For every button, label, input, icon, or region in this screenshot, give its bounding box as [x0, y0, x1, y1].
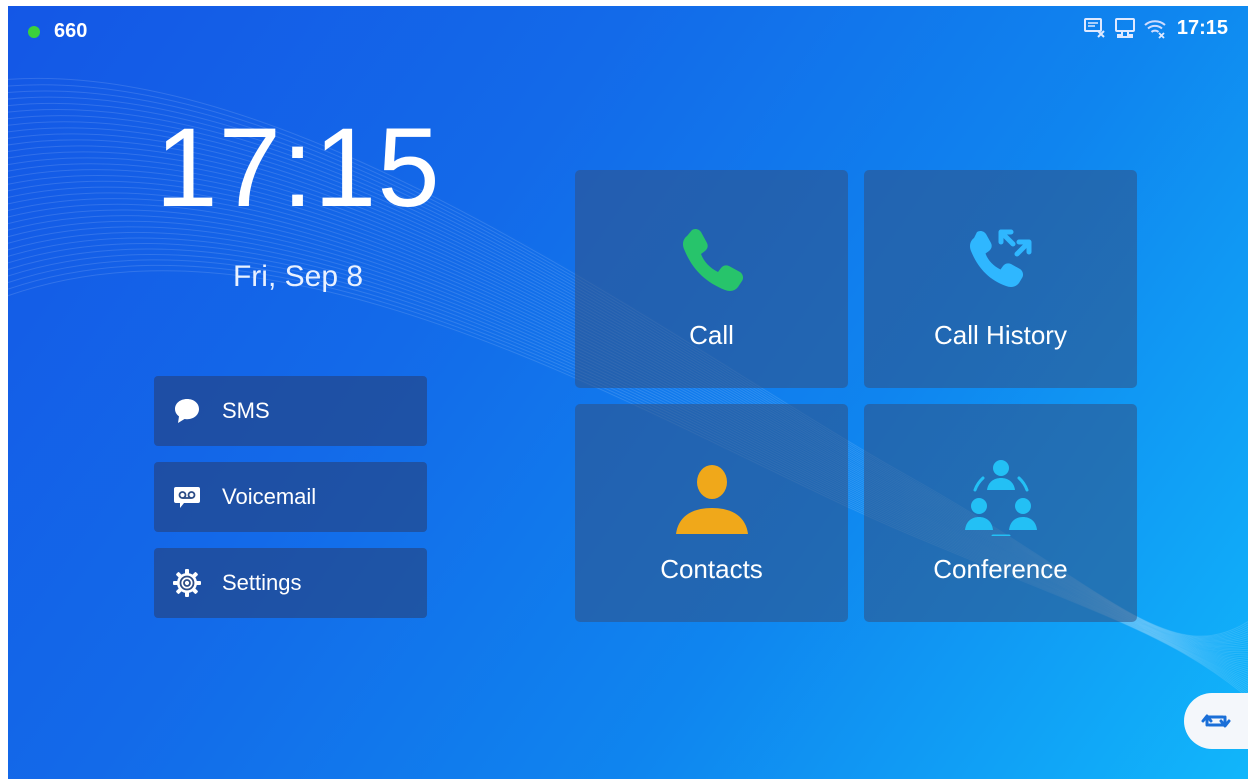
swap-icon: [1201, 714, 1231, 728]
status-icons: 17:15: [1083, 16, 1228, 40]
home-screen: 660 17:15 17:15 Fri, Sep 8 SMS Voicemail…: [8, 6, 1248, 779]
contacts-tile[interactable]: Contacts: [575, 404, 848, 622]
call-history-tile[interactable]: Call History: [864, 170, 1137, 388]
switch-screen-button[interactable]: [1184, 693, 1248, 749]
sms-label: SMS: [222, 398, 270, 423]
conference-icon: [964, 460, 1037, 536]
voicemail-icon: [174, 487, 200, 508]
account-number: 660: [54, 20, 88, 42]
ethernet-icon: [1114, 18, 1135, 38]
clock-time: 17:15: [155, 105, 441, 230]
status-time: 17:15: [1176, 16, 1228, 39]
settings-label: Settings: [222, 570, 302, 595]
contact-person-icon: [675, 465, 748, 534]
sms-bubble-icon: [175, 399, 199, 423]
call-history-icon: [969, 229, 1031, 287]
call-tile[interactable]: Call: [575, 170, 848, 388]
voicemail-label: Voicemail: [222, 484, 317, 509]
call-history-label: Call History: [934, 320, 1067, 350]
settings-button[interactable]: Settings: [154, 548, 427, 618]
conference-label: Conference: [933, 554, 1068, 584]
network-disconnected-icon: [1083, 18, 1105, 38]
contacts-label: Contacts: [660, 554, 763, 584]
call-label: Call: [689, 320, 734, 350]
online-indicator-icon: [28, 25, 40, 38]
phone-icon: [682, 228, 743, 291]
gear-icon: [173, 569, 201, 597]
account-status[interactable]: 660: [28, 20, 87, 43]
voicemail-button[interactable]: Voicemail: [154, 462, 427, 532]
sms-button[interactable]: SMS: [154, 376, 427, 446]
clock-date: Fri, Sep 8: [232, 260, 364, 293]
conference-tile[interactable]: Conference: [864, 404, 1137, 622]
wifi-off-icon: [1144, 20, 1166, 39]
